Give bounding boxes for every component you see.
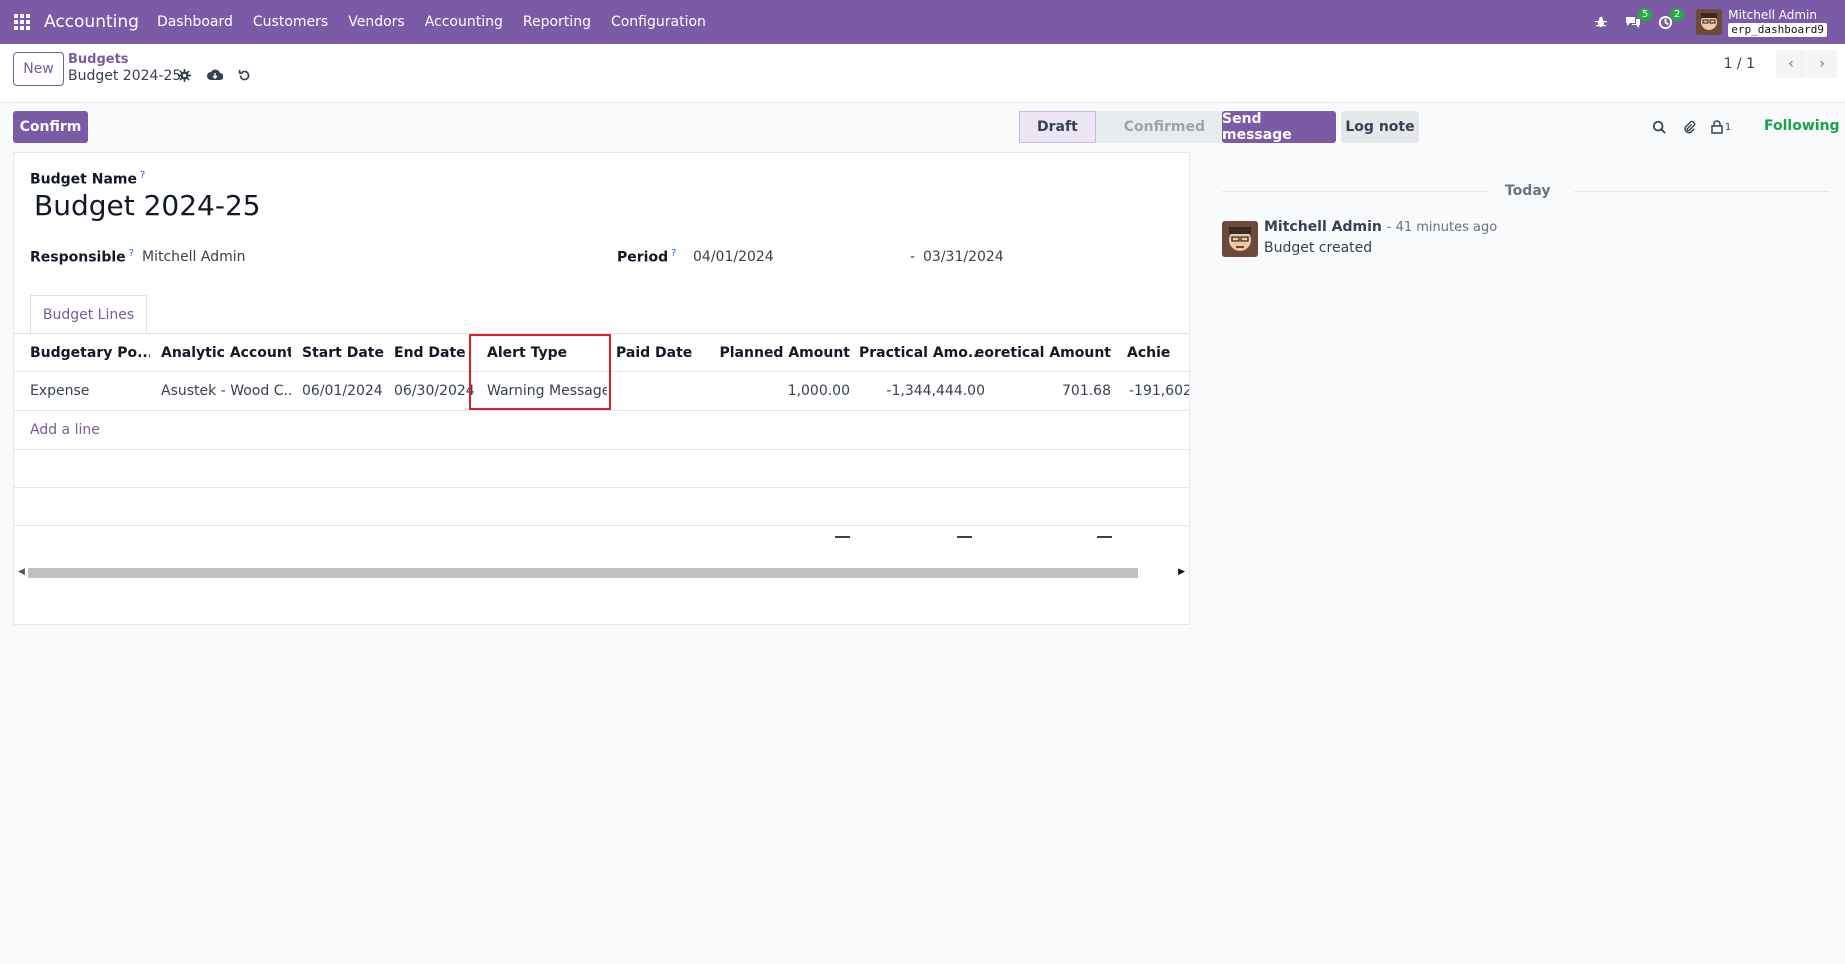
message-time: - 41 minutes ago [1386, 220, 1498, 235]
cell-theoretical-amount[interactable]: 701.68 [974, 372, 1111, 410]
gear-icon[interactable] [175, 66, 193, 84]
scrollbar-thumb[interactable] [28, 568, 1138, 578]
menu-vendors[interactable]: Vendors [348, 14, 404, 30]
pager-next-icon[interactable]: › [1807, 50, 1837, 78]
messages-icon[interactable]: 5 [1620, 0, 1653, 44]
activities-badge: 2 [1669, 8, 1685, 21]
period-help[interactable]: ? [671, 248, 676, 259]
scroll-left-icon[interactable]: ◀ [18, 567, 25, 577]
confirm-button[interactable]: Confirm [13, 111, 88, 143]
col-budgetary-position[interactable]: Budgetary Po... [30, 334, 150, 371]
cell-planned-amount[interactable]: 1,000.00 [704, 372, 850, 410]
apps-menu-icon[interactable] [0, 0, 44, 44]
period-label: Period? [617, 248, 676, 266]
divider-right [1574, 191, 1829, 192]
message-avatar[interactable] [1222, 221, 1258, 257]
col-start-date[interactable]: Start Date [302, 334, 392, 371]
user-avatar[interactable] [1696, 9, 1723, 35]
breadcrumb-current: Budget 2024-25 [68, 68, 182, 84]
stage-draft[interactable]: Draft [1019, 111, 1096, 143]
menu-customers[interactable]: Customers [253, 14, 328, 30]
tab-budget-lines[interactable]: Budget Lines [30, 295, 147, 334]
date-separator: Today [1505, 183, 1551, 199]
message-author[interactable]: Mitchell Admin [1264, 219, 1382, 235]
control-panel: New Budgets Budget 2024-25 1 / 1 ‹ › [0, 44, 1845, 103]
cloud-save-icon[interactable] [206, 66, 224, 84]
table-footer [14, 526, 1189, 564]
cell-paid-date[interactable] [616, 372, 706, 410]
cell-start-date[interactable]: 06/01/2024 [302, 372, 392, 410]
col-paid-date[interactable]: Paid Date [616, 334, 706, 371]
empty-row [14, 488, 1189, 526]
col-planned-amount[interactable]: Planned Amount [704, 334, 851, 371]
message-body: Budget created [1264, 240, 1373, 256]
col-practical-amount[interactable]: Practical Amo... [859, 334, 979, 371]
debug-bug-icon[interactable] [1588, 0, 1614, 44]
send-message-button[interactable]: Send message [1222, 111, 1336, 143]
search-icon[interactable] [1650, 118, 1668, 136]
col-theoretical-amount[interactable]: Theoretical Amount [974, 334, 1111, 371]
total-planned-dash [835, 536, 850, 538]
budget-name-field[interactable]: Budget 2024-25 [34, 189, 261, 222]
budget-name-label: Budget Name? [30, 170, 145, 188]
total-theoretical-dash [1097, 536, 1112, 538]
followers-count: 1 [1724, 121, 1732, 133]
add-line-row: Add a line [14, 411, 1189, 450]
paperclip-icon[interactable] [1680, 118, 1698, 136]
period-separator: - [910, 249, 916, 265]
menu-dashboard[interactable]: Dashboard [157, 14, 233, 30]
total-practical-dash [957, 536, 972, 538]
divider-left [1222, 191, 1489, 192]
col-achievement[interactable]: Achie [1127, 334, 1189, 371]
add-line-link[interactable]: Add a line [30, 411, 150, 449]
period-label-text: Period [617, 249, 669, 266]
activities-clock-icon[interactable]: 2 [1652, 0, 1685, 44]
following-button[interactable]: Following [1764, 118, 1840, 134]
app-name[interactable]: Accounting [44, 12, 139, 32]
responsible-label-text: Responsible [30, 249, 126, 266]
menu-accounting[interactable]: Accounting [425, 14, 503, 30]
user-name: Mitchell Admin [1728, 7, 1817, 22]
menu-configuration[interactable]: Configuration [611, 14, 706, 30]
scroll-right-icon[interactable]: ▶ [1178, 567, 1185, 577]
discard-undo-icon[interactable] [235, 66, 253, 84]
pager-value[interactable]: 1 / 1 [1724, 56, 1755, 72]
budget-name-label-text: Budget Name [30, 171, 137, 188]
empty-row [14, 450, 1189, 488]
period-start-field[interactable]: 04/01/2024 [693, 249, 774, 265]
user-menu[interactable]: Mitchell Admin erp_dashboard9 [1728, 8, 1827, 37]
database-name: erp_dashboard9 [1728, 22, 1827, 37]
breadcrumb-budgets[interactable]: Budgets [68, 52, 129, 67]
responsible-label: Responsible? [30, 248, 134, 266]
responsible-field[interactable]: Mitchell Admin [142, 249, 246, 265]
navbar-systray: 5 2 Mitchell Admin erp_dashboard9 [1582, 0, 1827, 44]
new-button[interactable]: New [13, 52, 64, 86]
top-navbar: Accounting Dashboard Customers Vendors A… [0, 0, 1845, 44]
cell-budgetary-position[interactable]: Expense [30, 372, 150, 410]
cell-achievement[interactable]: -191,602. [1129, 372, 1189, 410]
followers-lock-icon[interactable]: 1 [1708, 118, 1734, 136]
pager-previous-icon[interactable]: ‹ [1776, 50, 1806, 78]
cell-analytic-account[interactable]: Asustek - Wood C... [161, 372, 291, 410]
budget-name-help[interactable]: ? [140, 170, 145, 181]
period-end-field[interactable]: 03/31/2024 [923, 249, 1004, 265]
message-header: Mitchell Admin - 41 minutes ago [1264, 219, 1497, 235]
alert-type-highlight-box [469, 334, 611, 410]
messages-badge: 5 [1637, 8, 1653, 21]
status-bar: Draft Confirmed [1019, 111, 1224, 143]
responsible-help[interactable]: ? [129, 248, 134, 259]
horizontal-scrollbar[interactable]: ◀ ▶ [14, 566, 1189, 578]
stage-confirmed[interactable]: Confirmed [1095, 111, 1224, 143]
col-end-date[interactable]: End Date [394, 334, 474, 371]
cell-practical-amount[interactable]: -1,344,444.00 [859, 372, 985, 410]
menu-reporting[interactable]: Reporting [523, 14, 591, 30]
col-analytic-account[interactable]: Analytic Account [161, 334, 291, 371]
log-note-button[interactable]: Log note [1341, 111, 1419, 143]
